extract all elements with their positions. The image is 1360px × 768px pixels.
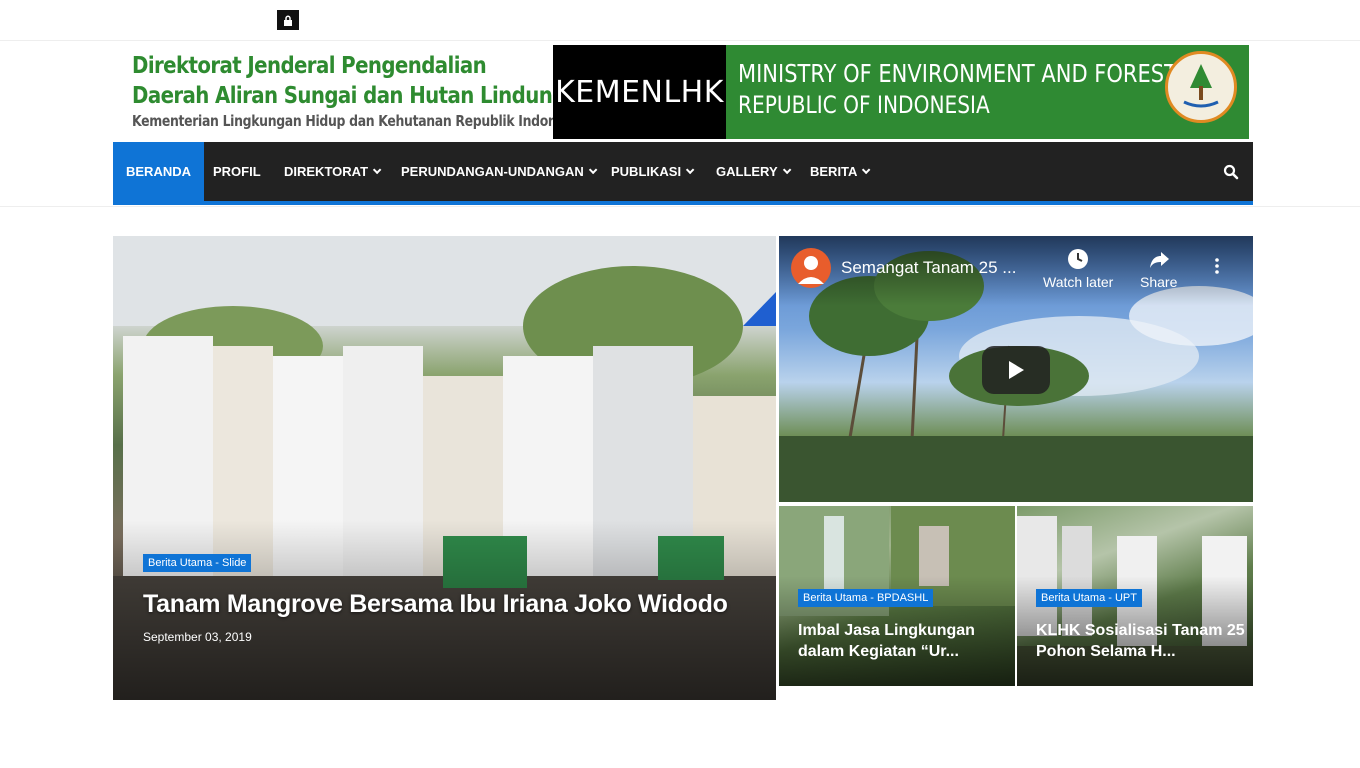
header-divider <box>0 206 1360 207</box>
share-label: Share <box>1140 274 1178 290</box>
category-tag[interactable]: Berita Utama - Slide <box>143 554 252 572</box>
ministry-banner[interactable]: KEMENLHK MINISTRY OF ENVIRONMENT AND FOR… <box>553 45 1249 139</box>
watch-later-label: Watch later <box>1043 274 1114 290</box>
nav-item-gallery[interactable]: GALLERY <box>716 142 792 201</box>
chevron-down-icon <box>372 165 382 174</box>
nav-item-beranda[interactable]: BERANDA <box>113 142 204 201</box>
watch-later-button[interactable]: Watch later <box>1043 248 1113 290</box>
chevron-down-icon <box>588 165 598 174</box>
search-icon[interactable] <box>1223 164 1239 180</box>
play-button[interactable] <box>982 346 1050 394</box>
nav-item-profil[interactable]: PROFIL <box>213 142 261 201</box>
ministry-emblem-icon <box>1165 51 1237 123</box>
share-button[interactable]: Share <box>1140 248 1177 290</box>
logo-line-1: Direktorat Jenderal Pengendalian <box>132 53 487 79</box>
nav-label: GALLERY <box>716 164 778 179</box>
card-title[interactable]: KLHK Sosialisasi Tanam 25 Pohon Selama H… <box>1036 620 1246 662</box>
nav-label: BERANDA <box>126 164 191 179</box>
nav-label: PROFIL <box>213 164 261 179</box>
nav-label: PUBLIKASI <box>611 164 682 179</box>
more-options-icon[interactable] <box>1215 258 1219 274</box>
top-bar <box>0 0 1360 41</box>
news-card-upt[interactable]: Berita Utama - UPT KLHK Sosialisasi Tana… <box>1017 506 1253 686</box>
nav-item-publikasi[interactable]: PUBLIKASI <box>611 142 695 201</box>
category-tag[interactable]: Berita Utama - BPDASHL <box>798 589 934 607</box>
video-title[interactable]: Semangat Tanam 25 ... <box>841 258 1016 278</box>
category-tag[interactable]: Berita Utama - UPT <box>1036 589 1142 607</box>
nav-item-direktorat[interactable]: DIREKTORAT <box>284 142 382 201</box>
logo-line-2: Daerah Aliran Sungai dan Hutan Lindung <box>132 83 566 109</box>
banner-line-1: MINISTRY OF ENVIRONMENT AND FORESTRY <box>738 59 1204 88</box>
slide-title[interactable]: Tanam Mangrove Bersama Ibu Iriana Joko W… <box>143 590 728 619</box>
chevron-down-icon <box>685 165 695 174</box>
nav-label: PERUNDANGAN-UNDANGAN <box>401 164 584 179</box>
logo-line-3: Kementerian Lingkungan Hidup dan Kehutan… <box>132 112 584 130</box>
featured-slide[interactable]: Berita Utama - Slide Tanam Mangrove Bers… <box>113 236 776 700</box>
banner-line-2: REPUBLIC OF INDONESIA <box>738 91 990 119</box>
nav-label: DIREKTORAT <box>284 164 369 179</box>
site-logo[interactable]: Direktorat Jenderal Pengendalian Daerah … <box>132 51 584 131</box>
main-nav: BERANDA PROFIL DIREKTORAT PERUNDANGAN-UN… <box>113 142 1253 205</box>
banner-ministry: MINISTRY OF ENVIRONMENT AND FORESTRY REP… <box>726 45 1249 139</box>
youtube-embed[interactable]: Semangat Tanam 25 ... Watch later Share <box>779 236 1253 502</box>
chevron-down-icon <box>862 165 871 174</box>
play-icon <box>1009 361 1024 379</box>
news-card-bpdashl[interactable]: Berita Utama - BPDASHL Imbal Jasa Lingku… <box>779 506 1015 686</box>
nav-item-perundangan[interactable]: PERUNDANGAN-UNDANGAN <box>401 142 598 201</box>
share-icon <box>1149 252 1169 268</box>
slide-date: September 03, 2019 <box>143 630 252 644</box>
nav-item-berita[interactable]: BERITA <box>810 142 871 201</box>
lock-icon[interactable] <box>277 10 299 30</box>
channel-avatar[interactable] <box>791 248 831 288</box>
card-title[interactable]: Imbal Jasa Lingkungan dalam Kegiatan “Ur… <box>798 620 1008 662</box>
chevron-down-icon <box>782 165 792 174</box>
banner-kemenlhk: KEMENLHK <box>553 45 726 139</box>
site-header: Direktorat Jenderal Pengendalian Daerah … <box>0 41 1360 142</box>
clock-icon <box>1068 249 1089 269</box>
nav-label: BERITA <box>810 164 858 179</box>
